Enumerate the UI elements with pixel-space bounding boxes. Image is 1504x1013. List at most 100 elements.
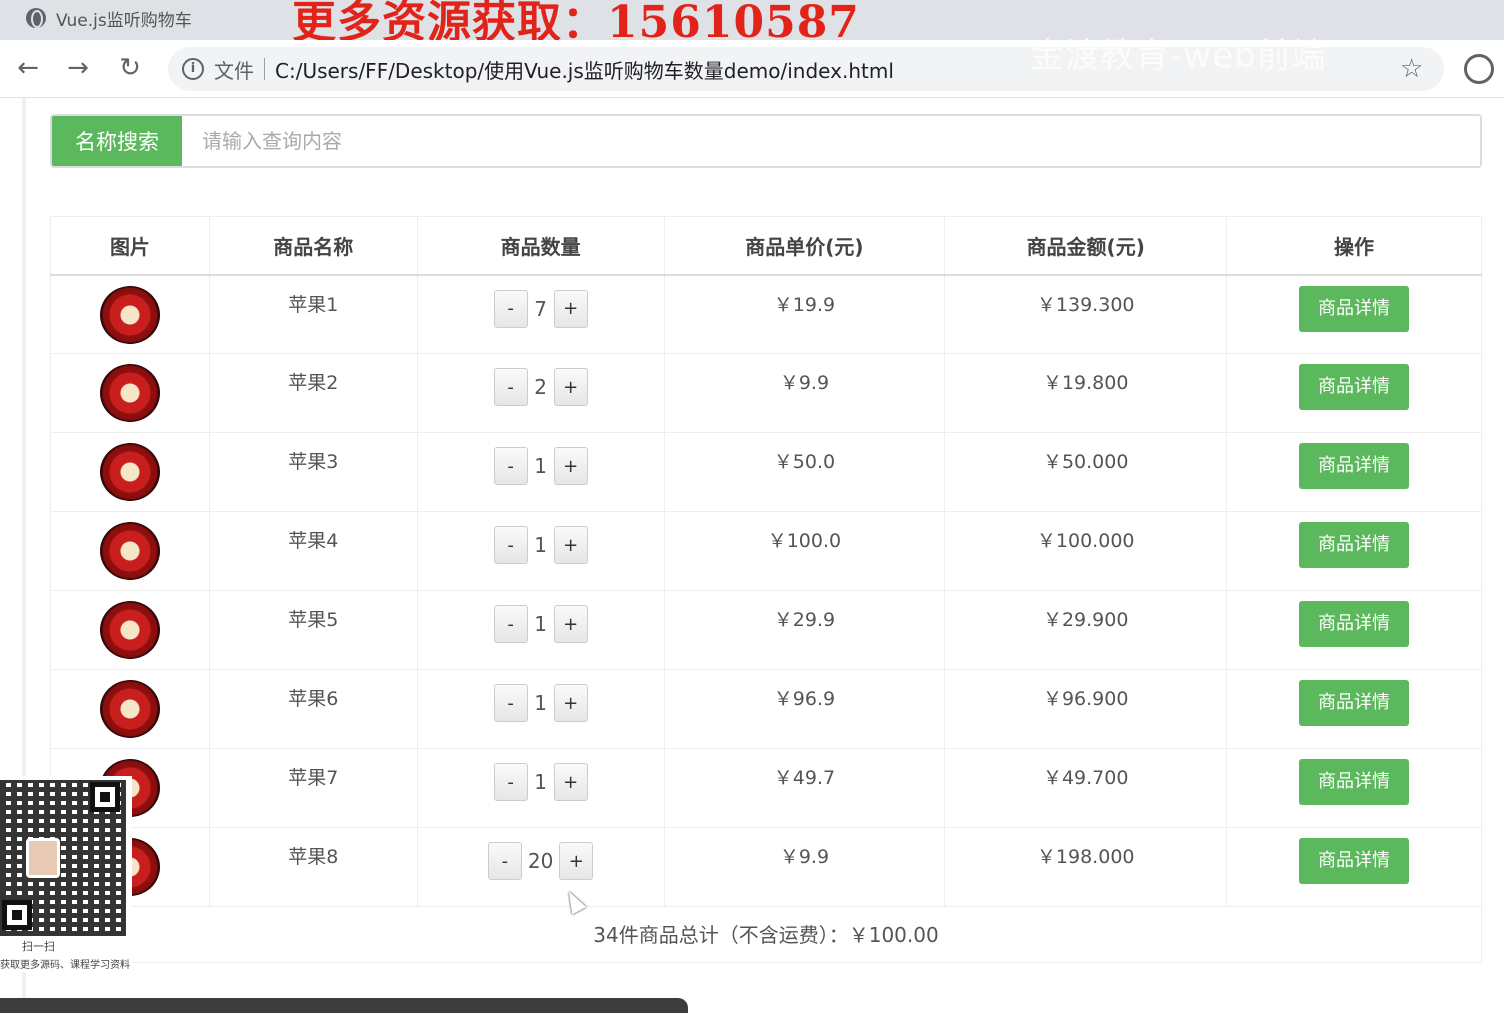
product-image-cell: [50, 353, 210, 433]
actions-cell: 商品详情: [1226, 669, 1482, 749]
quantity-cell: -1 +: [417, 590, 665, 670]
quantity-stepper: -1 +: [493, 605, 588, 643]
product-detail-button[interactable]: 商品详情: [1299, 285, 1410, 332]
product-detail-button[interactable]: 商品详情: [1299, 680, 1410, 726]
table-row: 苹果8 -20 + ￥9.9 ￥198.000 商品详情: [50, 827, 1482, 907]
quantity-stepper: -1 +: [493, 526, 588, 564]
quantity-cell: -1 +: [417, 511, 665, 591]
unit-price: ￥29.9: [664, 590, 946, 670]
qr-avatar-photo: [26, 838, 60, 878]
header-unit-price: 商品单价(元): [664, 216, 946, 276]
product-detail-button[interactable]: 商品详情: [1299, 838, 1410, 884]
table-row: 苹果2 -2 + ￥9.9 ￥19.800 商品详情: [50, 353, 1482, 433]
quantity-cell: -20 +: [417, 827, 665, 907]
increase-button[interactable]: +: [553, 526, 588, 564]
product-detail-button[interactable]: 商品详情: [1299, 601, 1410, 647]
product-image: [99, 285, 160, 344]
unit-price: ￥50.0: [664, 432, 946, 512]
quantity-value: 20: [527, 849, 554, 873]
divider: [264, 58, 265, 80]
line-amount: ￥100.000: [944, 511, 1228, 591]
search-bar: 名称搜索: [50, 114, 1482, 168]
decrease-button[interactable]: -: [493, 447, 528, 485]
product-image-cell: [50, 669, 210, 749]
url-text[interactable]: C:/Users/FF/Desktop/使用Vue.js监听购物车数量demo/…: [275, 55, 894, 84]
product-name: 苹果1: [209, 274, 418, 354]
product-name: 苹果3: [209, 432, 418, 512]
quantity-stepper: -1 +: [493, 684, 588, 722]
decrease-button[interactable]: -: [493, 763, 528, 801]
total-row: 34件商品总计（不含运费）：￥100.00: [50, 906, 1482, 963]
unit-price: ￥19.9: [664, 274, 946, 354]
search-input[interactable]: [182, 116, 1480, 166]
product-image: [99, 680, 160, 738]
quantity-stepper: -1 +: [493, 763, 588, 801]
line-amount: ￥139.300: [944, 274, 1228, 354]
quantity-value: 1: [534, 612, 547, 636]
quantity-cell: -1 +: [417, 748, 665, 828]
product-image: [99, 443, 160, 501]
product-image-cell: [50, 590, 210, 670]
header-name: 商品名称: [209, 216, 418, 276]
table-row: 苹果3 -1 + ￥50.0 ￥50.000 商品详情: [50, 432, 1482, 512]
line-amount: ￥49.700: [944, 748, 1228, 828]
line-amount: ￥96.900: [944, 669, 1228, 749]
increase-button[interactable]: +: [553, 763, 588, 801]
product-detail-button[interactable]: 商品详情: [1299, 364, 1410, 410]
cart-table: 图片 商品名称 商品数量 商品单价(元) 商品金额(元) 操作 苹果1-7 + ￥1…: [50, 216, 1482, 963]
increase-button[interactable]: +: [553, 605, 588, 643]
header-amount: 商品金额(元): [944, 216, 1228, 276]
quantity-stepper: -1 +: [493, 447, 588, 485]
product-name: 苹果6: [209, 669, 418, 749]
video-progress-bar: [0, 998, 688, 1013]
decrease-button[interactable]: -: [493, 605, 528, 643]
table-row: 苹果5 -1 + ￥29.9 ￥29.900 商品详情: [50, 590, 1482, 670]
line-amount: ￥29.900: [944, 590, 1228, 670]
actions-cell: 商品详情: [1226, 274, 1482, 354]
product-image: [99, 601, 160, 659]
unit-price: ￥100.0: [664, 511, 946, 591]
header-actions: 操作: [1226, 216, 1482, 276]
table-row: 苹果4 -1 + ￥100.0 ￥100.000 商品详情: [50, 511, 1482, 591]
decrease-button[interactable]: -: [487, 842, 522, 880]
forward-icon[interactable]: →: [62, 52, 94, 84]
increase-button[interactable]: +: [553, 368, 588, 406]
increase-button[interactable]: +: [553, 447, 588, 485]
quantity-value: 2: [534, 375, 547, 399]
product-image-cell: [50, 511, 210, 591]
quantity-value: 1: [534, 691, 547, 715]
increase-button[interactable]: +: [553, 684, 588, 722]
decrease-button[interactable]: -: [493, 684, 528, 722]
increase-button[interactable]: +: [559, 842, 594, 880]
decrease-button[interactable]: -: [493, 368, 528, 406]
profile-icon[interactable]: [1464, 54, 1494, 84]
actions-cell: 商品详情: [1226, 432, 1482, 512]
product-name: 苹果8: [209, 827, 418, 907]
increase-button[interactable]: +: [553, 289, 588, 328]
product-detail-button[interactable]: 商品详情: [1299, 443, 1410, 489]
unit-price: ￥9.9: [664, 827, 946, 907]
decrease-button[interactable]: -: [493, 289, 528, 328]
qr-finder-pattern: [90, 782, 120, 812]
search-label: 名称搜索: [52, 116, 182, 166]
actions-cell: 商品详情: [1226, 590, 1482, 670]
qr-caption-sub: 获取更多源码、课程学习资料: [0, 960, 130, 971]
unit-price: ￥49.7: [664, 748, 946, 828]
product-detail-button[interactable]: 商品详情: [1299, 522, 1410, 568]
bookmark-star-icon[interactable]: ☆: [1400, 54, 1423, 84]
product-image: [99, 522, 160, 580]
quantity-stepper: -20 +: [487, 842, 594, 880]
product-name: 苹果2: [209, 353, 418, 433]
actions-cell: 商品详情: [1226, 511, 1482, 591]
info-icon[interactable]: i: [182, 58, 204, 80]
product-image-cell: [50, 432, 210, 512]
video-watermark: 金渡教育-web前端: [1030, 36, 1327, 76]
quantity-cell: -2 +: [417, 353, 665, 433]
product-name: 苹果4: [209, 511, 418, 591]
back-icon[interactable]: ←: [12, 52, 44, 84]
total-summary: 34件商品总计（不含运费）：￥100.00: [50, 906, 1482, 963]
decrease-button[interactable]: -: [493, 526, 528, 564]
quantity-cell: -1 +: [417, 669, 665, 749]
reload-icon[interactable]: ↻: [114, 52, 146, 84]
product-detail-button[interactable]: 商品详情: [1299, 759, 1410, 805]
